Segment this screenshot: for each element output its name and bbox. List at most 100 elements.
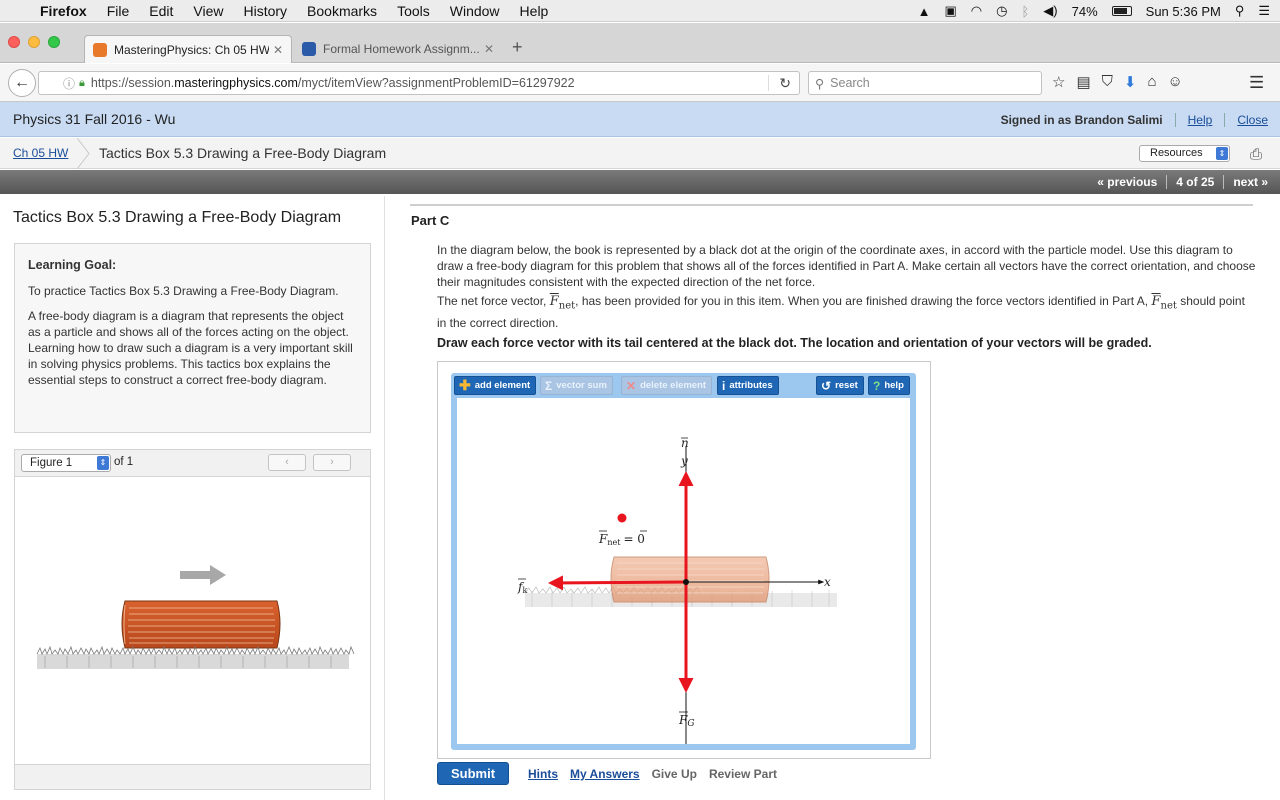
reset-button[interactable]: ↺ reset [816, 376, 864, 395]
net-force-vector-handle[interactable] [617, 513, 627, 523]
home-icon[interactable]: ⌂ [1147, 73, 1156, 91]
give-up-link[interactable]: Give Up [652, 767, 697, 781]
menu-history[interactable]: History [243, 3, 287, 19]
help-link[interactable]: Help [1188, 113, 1213, 127]
motion-arrow-icon [180, 565, 226, 585]
spotlight-icon[interactable]: ⚲ [1235, 3, 1245, 19]
tool-help-button[interactable]: ? help [868, 376, 910, 395]
vector-sum-button[interactable]: Σvector sum [540, 376, 613, 395]
label-y: y [680, 454, 688, 468]
learning-goal-text: To practice Tactics Box 5.3 Drawing a Fr… [28, 284, 339, 298]
review-part-link[interactable]: Review Part [709, 767, 777, 781]
label-fg-subscript: G [687, 719, 694, 729]
bookmark-star-icon[interactable]: ☆ [1052, 73, 1065, 91]
figure-panel: Figure 1 ⇕ of 1 ‹ › [14, 449, 371, 790]
close-link[interactable]: Close [1237, 113, 1268, 127]
minimize-window-button[interactable] [28, 36, 40, 48]
battery-percent[interactable]: 74% [1072, 4, 1098, 19]
drawing-canvas[interactable]: n y x fk FG Fnet = 0 [457, 398, 910, 744]
particle-origin-dot [683, 579, 689, 585]
back-button[interactable]: ← [8, 69, 36, 97]
menu-app-firefox[interactable]: Firefox [40, 3, 87, 19]
os-menu-bar: Firefox File Edit View History Bookmarks… [0, 0, 1280, 22]
resources-select[interactable]: Resources ⇕ [1139, 145, 1230, 162]
label-x: x [824, 575, 831, 589]
label-fnet-equals: = 0 [623, 532, 645, 546]
figure-next-button[interactable]: › [313, 454, 351, 471]
tab-formal-homework[interactable]: Formal Homework Assignm... ✕ [294, 35, 502, 63]
notification-center-icon[interactable]: ☰ [1258, 3, 1270, 19]
tab-strip: MasteringPhysics: Ch 05 HW ✕ Formal Home… [0, 23, 1280, 63]
volume-icon[interactable]: ◀) [1043, 3, 1057, 19]
label-fk-subscript: k [522, 586, 527, 595]
kinetic-friction-vector[interactable] [548, 575, 687, 591]
menu-tools[interactable]: Tools [397, 3, 430, 19]
breadcrumb-assignment-link[interactable]: Ch 05 HW [13, 146, 68, 160]
site-info-icon[interactable]: ⓘ [63, 75, 75, 92]
menu-help[interactable]: Help [520, 3, 549, 19]
zoom-window-button[interactable] [48, 36, 60, 48]
reading-list-icon[interactable]: ▤ [1076, 73, 1090, 91]
menu-bookmarks[interactable]: Bookmarks [307, 3, 377, 19]
downloads-icon[interactable]: ⬇ [1124, 73, 1137, 91]
hello-icon[interactable]: ☺ [1168, 73, 1183, 91]
question-icon: ? [873, 378, 881, 393]
submit-button[interactable]: Submit [437, 762, 509, 785]
delete-element-button[interactable]: ✕ delete element [621, 376, 713, 395]
instruction-text: , has been provided for you in this item… [575, 294, 1152, 308]
close-tab-icon[interactable]: ✕ [484, 42, 494, 56]
tab-masteringphysics[interactable]: MasteringPhysics: Ch 05 HW ✕ [84, 35, 292, 63]
previous-link[interactable]: « previous [1097, 175, 1157, 189]
tab-label: Formal Homework Assignm... [323, 42, 480, 56]
hints-link[interactable]: Hints [528, 767, 558, 781]
breadcrumb: Ch 05 HW Tactics Box 5.3 Drawing a Free-… [0, 138, 1280, 169]
new-tab-button[interactable]: + [512, 37, 523, 58]
toolbar-icons: ☆ ▤ ⛉ ⬇ ⌂ ☺ [1052, 73, 1183, 91]
learning-goal-description: A free-body diagram is a diagram that re… [28, 309, 353, 387]
menu-edit[interactable]: Edit [149, 3, 173, 19]
course-title: Physics 31 Fall 2016 - Wu [13, 111, 176, 127]
drive-icon[interactable]: ▲ [918, 4, 931, 19]
close-tab-icon[interactable]: ✕ [273, 43, 283, 57]
hamburger-menu-icon[interactable]: ☰ [1249, 73, 1264, 93]
clock[interactable]: Sun 5:36 PM [1146, 4, 1221, 19]
menu-view[interactable]: View [193, 3, 223, 19]
search-input[interactable]: ⚲ Search [808, 71, 1042, 95]
panel-divider [384, 196, 385, 800]
print-icon[interactable]: ⎙ [1250, 146, 1262, 163]
attributes-button[interactable]: i attributes [717, 376, 779, 395]
fnet-subscript: net [1160, 300, 1177, 312]
free-body-diagram[interactable]: n y x fk FG Fnet = 0 [457, 398, 910, 744]
reload-icon[interactable]: ↻ [779, 75, 791, 92]
breadcrumb-chevron-icon [76, 138, 90, 169]
tab-label: MasteringPhysics: Ch 05 HW [114, 42, 269, 57]
display-icon[interactable]: ▣ [945, 3, 957, 19]
wifi-icon[interactable]: ◠ [971, 3, 982, 19]
figure-select[interactable]: Figure 1 ⇕ [21, 454, 111, 472]
close-window-button[interactable] [8, 36, 20, 48]
label-fk: fk [517, 580, 527, 595]
drawing-tool-panel: ✚ add element Σvector sum ✕ delete element… [451, 373, 916, 750]
vector-sum-label: vector sum [556, 380, 607, 391]
time-machine-icon[interactable]: ◷ [996, 3, 1007, 19]
next-link[interactable]: next » [1233, 175, 1268, 189]
my-answers-link[interactable]: My Answers [570, 767, 640, 781]
url-bar[interactable]: ⓘ 🔒︎ https://session. masteringphysics.co… [38, 71, 800, 95]
signed-in-user: Signed in as Brandon Salimi [1000, 113, 1163, 127]
faded-book [610, 556, 770, 603]
attributes-label: attributes [729, 380, 773, 391]
select-arrows-icon: ⇕ [1216, 147, 1228, 160]
menu-window[interactable]: Window [450, 3, 500, 19]
label-fnet-subscript: net [607, 538, 621, 547]
resources-select-value: Resources [1150, 147, 1203, 159]
battery-icon[interactable] [1111, 6, 1132, 16]
pocket-icon[interactable]: ⛉ [1102, 73, 1113, 91]
bluetooth-icon[interactable]: ᛒ [1021, 4, 1029, 19]
navigation-bar: ← ⓘ 🔒︎ https://session. masteringphysics.… [0, 64, 1280, 102]
label-fg: FG [678, 713, 695, 729]
tool-help-label: help [884, 380, 904, 391]
menu-file[interactable]: File [107, 3, 130, 19]
figure-prev-button[interactable]: ‹ [268, 454, 306, 471]
fnet-letter: F [1151, 294, 1161, 309]
add-element-button[interactable]: ✚ add element [454, 376, 537, 395]
